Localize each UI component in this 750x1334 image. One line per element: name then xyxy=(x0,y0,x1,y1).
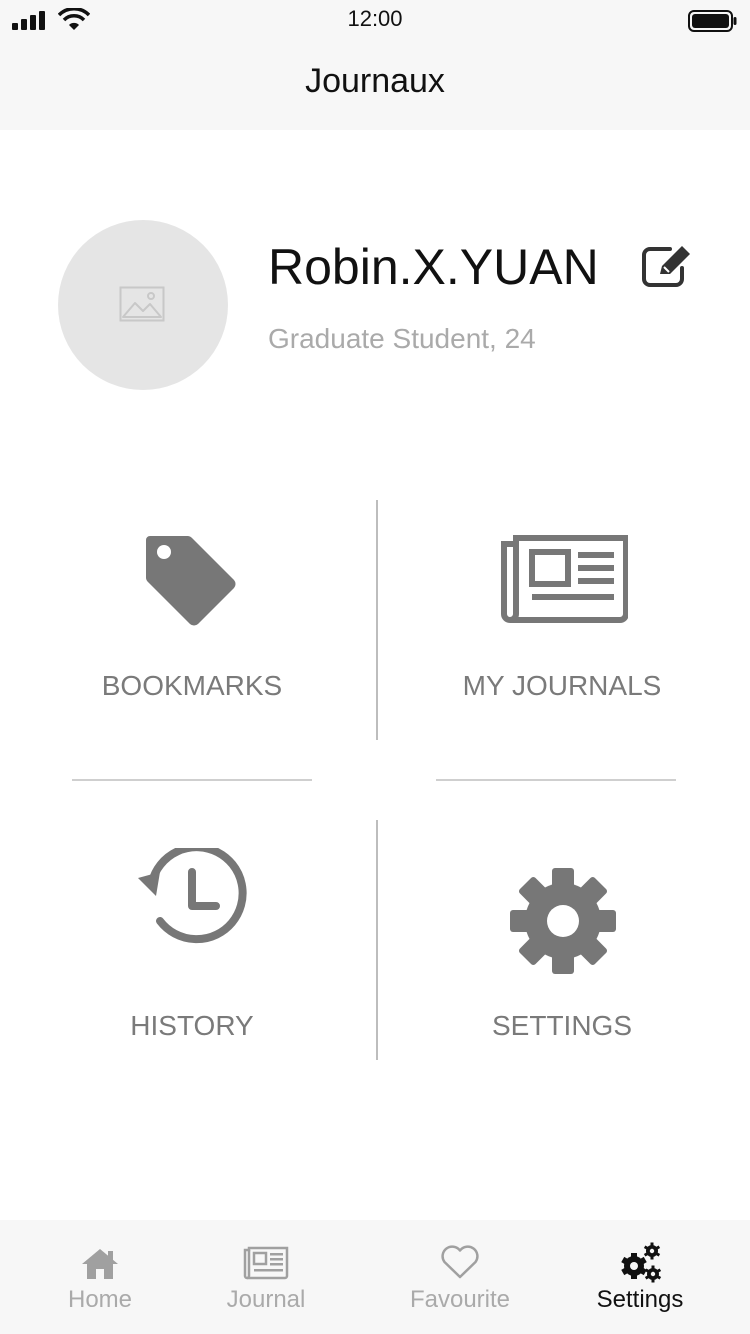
tab-home-label: Home xyxy=(67,1286,133,1313)
avatar[interactable] xyxy=(58,220,228,390)
edit-icon xyxy=(642,246,690,287)
navigation-bar: Journaux xyxy=(0,40,750,130)
tab-home[interactable]: Home xyxy=(40,1220,160,1334)
tab-favourite-label: Favourite xyxy=(409,1286,511,1313)
profile-subtitle: Graduate Student, 24 xyxy=(268,323,536,354)
bookmarks-label: BOOKMARKS xyxy=(101,670,283,701)
divider-vertical xyxy=(376,820,378,1060)
profile-name: Robin.X.YUAN xyxy=(268,239,599,295)
tab-journal[interactable]: Journal xyxy=(206,1220,326,1334)
settings-tile[interactable]: SETTINGS xyxy=(432,820,692,1060)
settings-label: SETTINGS xyxy=(491,1010,632,1041)
divider-horizontal-left xyxy=(72,779,312,781)
tab-settings-label: Settings xyxy=(596,1286,684,1313)
history-tile[interactable]: HISTORY xyxy=(62,820,322,1060)
tab-settings[interactable]: Settings xyxy=(580,1220,700,1334)
tab-favourite[interactable]: Favourite xyxy=(390,1220,530,1334)
tab-journal-label: Journal xyxy=(226,1286,306,1313)
gear-icon xyxy=(510,868,616,974)
heart-icon xyxy=(441,1245,479,1279)
tag-icon xyxy=(146,536,236,626)
image-placeholder-icon xyxy=(119,286,165,322)
my-journals-label: MY JOURNALS xyxy=(462,670,662,701)
history-label: HISTORY xyxy=(130,1010,254,1041)
my-journals-tile[interactable]: MY JOURNALS xyxy=(432,500,692,740)
status-bar: 12:00 xyxy=(0,0,750,40)
home-icon xyxy=(82,1249,118,1279)
bookmarks-tile[interactable]: BOOKMARKS xyxy=(62,500,322,740)
gears-icon xyxy=(621,1242,662,1283)
divider-horizontal-right xyxy=(436,779,676,781)
history-icon xyxy=(138,848,247,944)
newspaper-icon xyxy=(501,535,628,623)
battery-icon xyxy=(688,10,737,32)
page-title: Journaux xyxy=(305,62,445,100)
tab-bar: Home Journal Favourite Settings xyxy=(0,1220,750,1334)
edit-profile-button[interactable] xyxy=(640,244,694,290)
divider-vertical xyxy=(376,500,378,740)
status-time: 12:00 xyxy=(347,6,403,31)
newspaper-icon xyxy=(243,1246,289,1280)
